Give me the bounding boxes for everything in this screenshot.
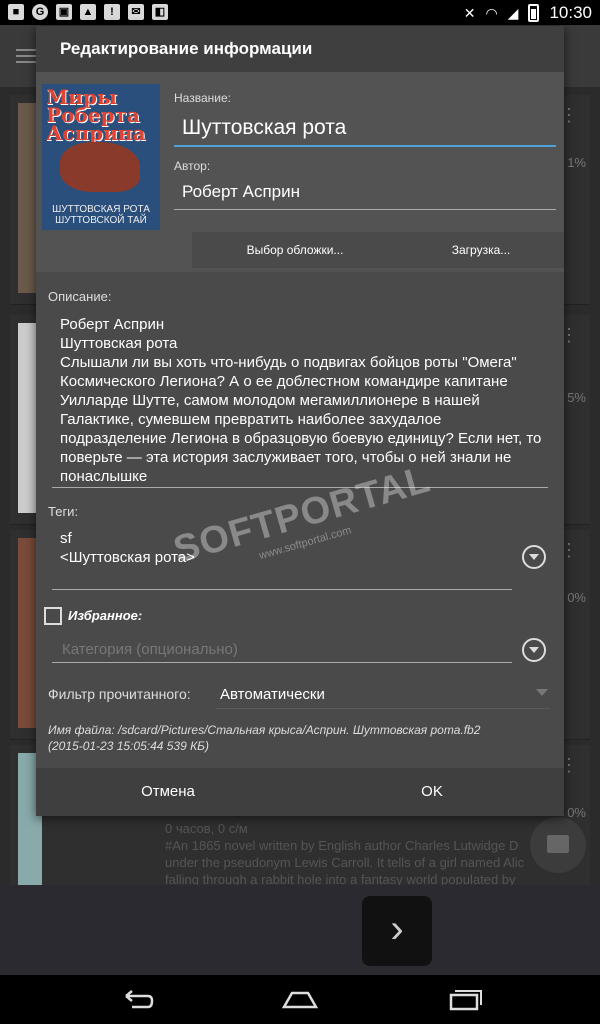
dropdown-arrow-icon[interactable] xyxy=(536,689,548,696)
description-underline xyxy=(52,487,548,488)
notification-app-icon: ■ xyxy=(8,4,24,20)
dialog-title: Редактирование информации xyxy=(60,39,313,58)
notification-image-icon: ▲ xyxy=(80,4,96,20)
description-label: Описание: xyxy=(48,289,112,304)
chevron-right-icon[interactable]: › xyxy=(362,896,432,966)
load-button[interactable]: Загрузка... xyxy=(398,232,564,268)
read-filter-label: Фильтр прочитанного: xyxy=(48,686,191,702)
mute-icon: ✕ xyxy=(463,4,476,21)
description-field[interactable]: Роберт Асприн Шуттовская рота Слышали ли… xyxy=(60,315,550,486)
tags-label: Теги: xyxy=(48,504,79,519)
dialog-header: Редактирование информации xyxy=(36,26,564,72)
edit-book-dialog: Редактирование информации Миры Роберта А… xyxy=(36,26,564,816)
wifi-icon: ◠ xyxy=(485,4,498,21)
recent-apps-icon[interactable] xyxy=(443,987,483,1013)
read-book-fab[interactable] xyxy=(530,817,586,873)
notification-mail-icon: ✉ xyxy=(128,4,144,20)
name-field[interactable]: Шуттовская рота xyxy=(182,116,346,140)
category-underline xyxy=(52,662,512,663)
read-filter-select[interactable]: Автоматически xyxy=(220,686,325,703)
notification-sync-icon: G xyxy=(32,4,48,20)
notification-icons: ■ G ▣ ▲ ! ✉ ◧ xyxy=(8,4,168,20)
file-info: Имя файла: /sdcard/Pictures/Стальная кры… xyxy=(48,723,481,753)
home-icon[interactable] xyxy=(280,987,320,1013)
name-field-underline xyxy=(174,145,556,147)
notification-bag-icon: ◧ xyxy=(152,4,168,20)
navigation-bar xyxy=(0,975,600,1024)
book-cover-image[interactable]: Миры Роберта Асприна ШУТТОВСКАЯ РОТА ШУТ… xyxy=(42,84,160,230)
progress-percent: 0% xyxy=(567,805,586,820)
favorite-label: Избранное: xyxy=(68,608,143,623)
warning-icon: ! xyxy=(104,4,120,20)
cover-subtitle: ШУТТОВСКАЯ РОТА ШУТТОВСКОЙ ТАЙ xyxy=(52,204,150,226)
author-label: Автор: xyxy=(174,159,211,173)
tags-dropdown-icon[interactable] xyxy=(522,545,546,569)
cover-artwork xyxy=(60,142,140,192)
status-bar: ■ G ▣ ▲ ! ✉ ◧ ✕ ◠ ◢ 10:30 xyxy=(0,0,600,25)
status-time: 10:30 xyxy=(549,3,592,22)
choose-cover-button[interactable]: Выбор обложки... xyxy=(192,232,398,268)
signal-icon: ◢ xyxy=(507,4,519,21)
cover-title: Миры Роберта Асприна xyxy=(46,85,146,145)
book-description-preview: 0 часов, 0 с/м #An 1865 novel written by… xyxy=(165,821,525,887)
favorite-checkbox[interactable] xyxy=(44,607,62,625)
back-icon[interactable] xyxy=(118,987,158,1013)
category-input[interactable]: Категория (опционально) xyxy=(62,641,238,658)
filter-underline xyxy=(216,708,550,709)
cover-buttons-row: Выбор обложки... Загрузка... xyxy=(192,232,564,268)
battery-icon xyxy=(528,4,540,22)
progress-percent: 0% xyxy=(567,590,586,605)
ok-button[interactable]: OK xyxy=(300,768,564,816)
author-field-underline xyxy=(174,209,556,210)
menu-icon[interactable] xyxy=(16,49,38,63)
ad-banner[interactable]: › xyxy=(0,885,600,975)
cancel-button[interactable]: Отмена xyxy=(36,768,300,816)
dialog-footer: Отмена OK xyxy=(36,768,564,816)
author-field[interactable]: Роберт Асприн xyxy=(182,182,300,202)
notification-gallery-icon: ▣ xyxy=(56,4,72,20)
book-info-panel: Миры Роберта Асприна ШУТТОВСКАЯ РОТА ШУТ… xyxy=(36,72,564,272)
progress-percent: 1% xyxy=(567,155,586,170)
category-dropdown-icon[interactable] xyxy=(522,638,546,662)
progress-percent: 5% xyxy=(567,390,586,405)
name-label: Название: xyxy=(174,91,231,105)
